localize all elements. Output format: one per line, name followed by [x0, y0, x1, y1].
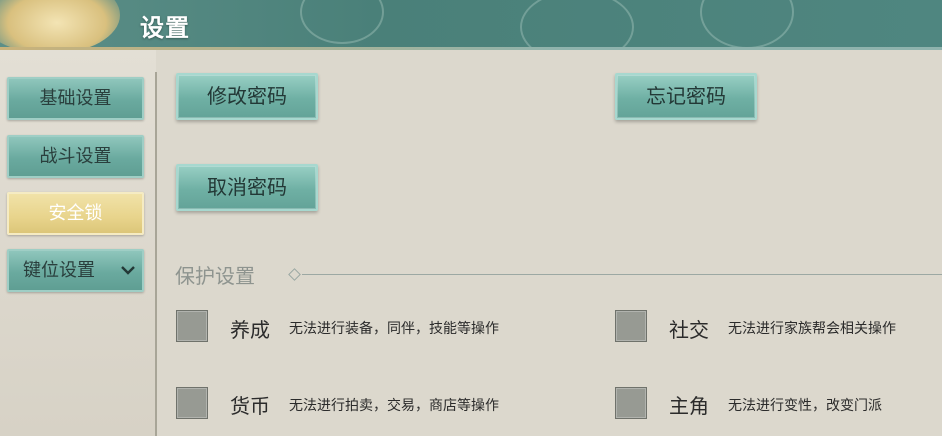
- button-label: 忘记密码: [646, 84, 726, 108]
- sidebar-divider: [155, 72, 157, 436]
- option-name: 主角: [669, 394, 709, 418]
- decorative-swirl: [300, 0, 384, 44]
- page-title: 设置: [140, 14, 190, 42]
- social-checkbox[interactable]: [615, 310, 647, 342]
- title-bar: 设置: [0, 0, 942, 50]
- option-name: 养成: [230, 318, 270, 342]
- dragon-emblem-icon: [0, 0, 120, 50]
- option-description: 无法进行变性，改变门派: [728, 398, 882, 414]
- tab-security-lock[interactable]: 安全锁: [7, 192, 144, 235]
- cancel-password-button[interactable]: 取消密码: [176, 164, 318, 211]
- section-divider: [302, 274, 942, 275]
- protagonist-checkbox[interactable]: [615, 387, 647, 419]
- tab-label: 键位设置: [23, 260, 95, 281]
- tab-label: 战斗设置: [39, 146, 112, 167]
- tab-basic-settings[interactable]: 基础设置: [7, 77, 144, 120]
- button-label: 修改密码: [207, 84, 287, 108]
- tab-keybinding-settings[interactable]: 键位设置: [7, 249, 144, 292]
- option-name: 社交: [669, 318, 709, 342]
- tab-combat-settings[interactable]: 战斗设置: [7, 135, 144, 178]
- chevron-down-icon: [121, 266, 135, 275]
- diamond-ornament-icon: [288, 268, 301, 281]
- change-password-button[interactable]: 修改密码: [176, 73, 318, 120]
- nurture-checkbox[interactable]: [176, 310, 208, 342]
- decorative-swirl: [700, 0, 794, 49]
- section-title: 保护设置: [175, 264, 255, 288]
- forgot-password-button[interactable]: 忘记密码: [615, 73, 757, 120]
- tab-label: 安全锁: [48, 203, 103, 224]
- currency-checkbox[interactable]: [176, 387, 208, 419]
- option-description: 无法进行拍卖，交易，商店等操作: [289, 398, 499, 414]
- button-label: 取消密码: [207, 175, 287, 199]
- option-description: 无法进行装备，同伴，技能等操作: [289, 321, 499, 337]
- decorative-swirl: [520, 0, 634, 50]
- option-description: 无法进行家族帮会相关操作: [728, 321, 896, 337]
- option-name: 货币: [230, 394, 270, 418]
- tab-label: 基础设置: [39, 88, 112, 109]
